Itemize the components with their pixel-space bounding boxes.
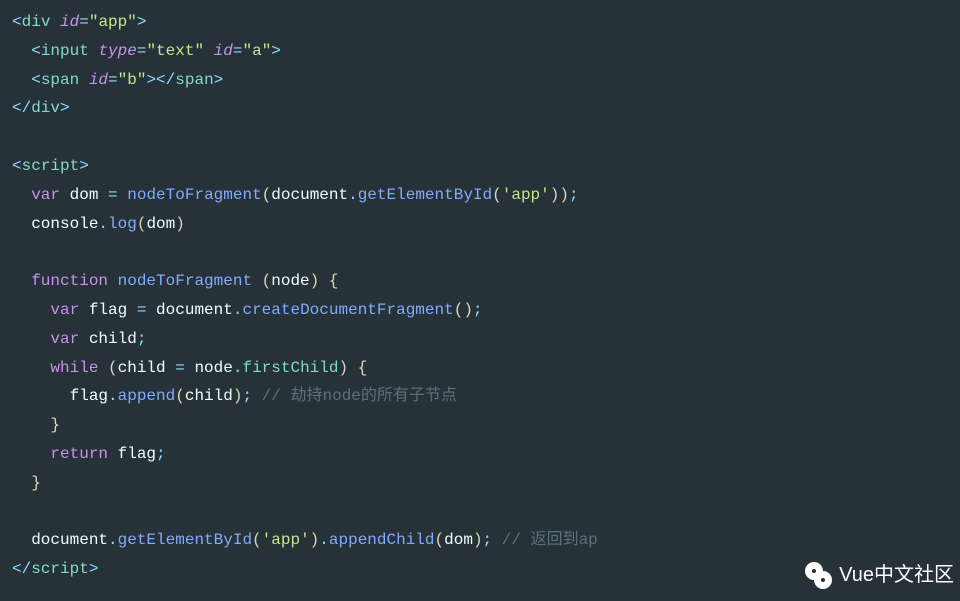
code-line bbox=[12, 238, 948, 267]
code-editor[interactable]: <div id="app"> <input type="text" id="a"… bbox=[12, 8, 948, 584]
watermark-text: Vue中文社区 bbox=[839, 557, 954, 593]
code-line: </div> bbox=[12, 94, 948, 123]
code-line: <span id="b"></span> bbox=[12, 66, 948, 95]
code-line bbox=[12, 498, 948, 527]
code-line: var child; bbox=[12, 325, 948, 354]
code-line: } bbox=[12, 469, 948, 498]
code-line: return flag; bbox=[12, 440, 948, 469]
code-line: <div id="app"> bbox=[12, 8, 948, 37]
code-line: var dom = nodeToFragment(document.getEle… bbox=[12, 181, 948, 210]
code-line: while (child = node.firstChild) { bbox=[12, 354, 948, 383]
wechat-icon bbox=[803, 560, 833, 590]
code-line: var flag = document.createDocumentFragme… bbox=[12, 296, 948, 325]
code-line: document.getElementById('app').appendChi… bbox=[12, 526, 948, 555]
code-line bbox=[12, 123, 948, 152]
code-line: flag.append(child); // 劫持node的所有子节点 bbox=[12, 382, 948, 411]
code-line: } bbox=[12, 411, 948, 440]
code-line: <script> bbox=[12, 152, 948, 181]
code-line: <input type="text" id="a"> bbox=[12, 37, 948, 66]
watermark: Vue中文社区 bbox=[803, 557, 954, 593]
code-line: function nodeToFragment (node) { bbox=[12, 267, 948, 296]
code-line: console.log(dom) bbox=[12, 210, 948, 239]
